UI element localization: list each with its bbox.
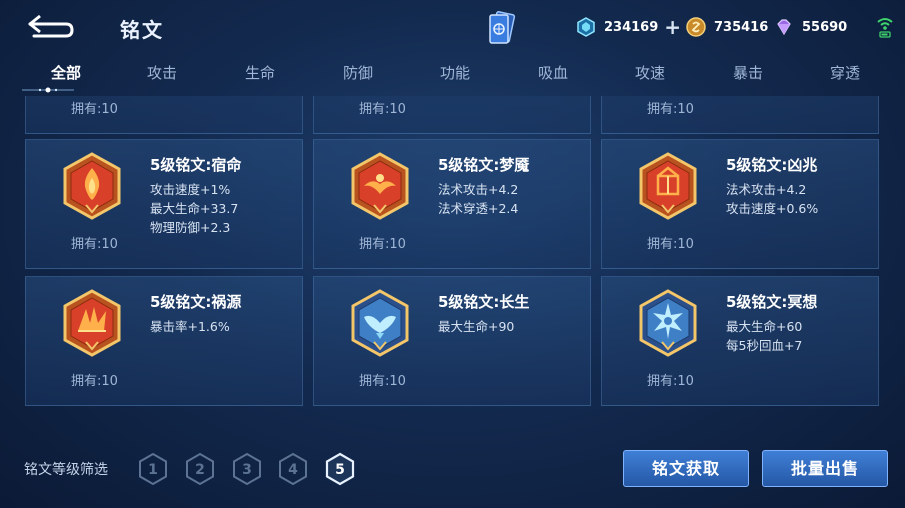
owned-count: 拥有:10 (647, 237, 694, 252)
rune-name: 5级铭文:冥想 (726, 293, 818, 311)
active-tab-indicator (22, 87, 74, 93)
level-filter-3[interactable]: 3 (231, 452, 263, 486)
crystal-icon (777, 19, 791, 36)
diamond-icon (577, 17, 595, 37)
crystal-currency: 55690 (774, 16, 847, 38)
rune-stat: 攻击速度+1% (150, 182, 231, 197)
level-filter-1[interactable]: 1 (137, 452, 169, 486)
level-filter-2[interactable]: 2 (184, 452, 216, 486)
level-number: 1 (148, 462, 158, 478)
rune-card-partial[interactable]: 拥有:10 (313, 96, 591, 134)
rune-stat: 法术攻击+4.2 (438, 182, 519, 197)
top-bar: 铭文 234169 + 735416 55690 (0, 0, 905, 58)
owned-count: 拥有:10 (359, 102, 406, 117)
level-number: 3 (242, 462, 252, 478)
tab-attack-speed[interactable]: 攻速 (610, 62, 690, 83)
rune-card[interactable]: 5级铭文:祸源 暴击率+1.6% 拥有:10 (25, 276, 303, 406)
owned-count: 拥有:10 (71, 237, 118, 252)
rune-stat: 物理防御+2.3 (150, 220, 231, 235)
rune-stat: 最大生命+90 (438, 319, 515, 334)
rune-name: 5级铭文:宿命 (150, 156, 242, 174)
rune-card[interactable]: 5级铭文:凶兆 法术攻击+4.2 攻击速度+0.6% 拥有:10 (601, 139, 879, 269)
rune-name: 5级铭文:长生 (438, 293, 530, 311)
rune-card[interactable]: 5级铭文:宿命 攻击速度+1% 最大生命+33.7 物理防御+2.3 拥有:10 (25, 139, 303, 269)
omen-rune-icon (639, 152, 697, 220)
tab-penetration[interactable]: 穿透 (805, 62, 885, 83)
rune-card[interactable]: 5级铭文:长生 最大生命+90 拥有:10 (313, 276, 591, 406)
level-filter-5[interactable]: 5 (324, 452, 356, 486)
rune-stat: 攻击速度+0.6% (726, 201, 819, 216)
calamity-rune-icon (63, 289, 121, 357)
rune-stats: 法术攻击+4.2 法术穿透+2.4 (438, 180, 518, 218)
bulk-sell-button[interactable]: 批量出售 (762, 450, 888, 487)
gold-amount: 735416 (714, 19, 769, 35)
level-number: 2 (195, 462, 205, 478)
category-tabs: 全部 攻击 生命 防御 功能 吸血 攻速 暴击 穿透 (0, 58, 905, 94)
rune-card-partial[interactable]: 拥有:10 (601, 96, 879, 134)
tab-utility[interactable]: 功能 (415, 62, 495, 83)
rune-list: 拥有:10 拥有:10 拥有:10 5级铭文:宿命 攻击速度+1% 最大生命+3… (0, 96, 905, 408)
rune-stats: 法术攻击+4.2 攻击速度+0.6% (726, 180, 818, 218)
nightmare-rune-icon (351, 152, 409, 220)
rune-name: 5级铭文:梦魇 (438, 156, 530, 174)
page-title: 铭文 (120, 18, 164, 42)
level-filter-4[interactable]: 4 (277, 452, 309, 486)
tab-all[interactable]: 全部 (26, 62, 106, 83)
rune-card[interactable]: 5级铭文:冥想 最大生命+60 每5秒回血+7 拥有:10 (601, 276, 879, 406)
owned-count: 拥有:10 (71, 102, 118, 117)
flame-rune-icon (63, 152, 121, 220)
owned-count: 拥有:10 (359, 374, 406, 389)
rune-name: 5级铭文:祸源 (150, 293, 242, 311)
gold-currency: 735416 (686, 16, 768, 38)
owned-count: 拥有:10 (647, 374, 694, 389)
rune-deck-icon[interactable] (486, 10, 516, 46)
tab-defense[interactable]: 防御 (318, 62, 398, 83)
rune-stat: 法术穿透+2.4 (438, 201, 519, 216)
rune-stat: 暴击率+1.6% (150, 319, 230, 334)
meditation-rune-icon (639, 289, 697, 357)
tab-health[interactable]: 生命 (220, 62, 300, 83)
add-diamond-button[interactable]: + (664, 17, 681, 37)
diamond-currency: 234169 + (576, 16, 681, 38)
level-number: 5 (335, 462, 345, 478)
rune-stats: 暴击率+1.6% (150, 317, 230, 336)
rune-stat: 每5秒回血+7 (726, 338, 803, 353)
rune-stats: 攻击速度+1% 最大生命+33.7 物理防御+2.3 (150, 180, 238, 237)
owned-count: 拥有:10 (359, 237, 406, 252)
longevity-rune-icon (351, 289, 409, 357)
rune-name: 5级铭文:凶兆 (726, 156, 818, 174)
rune-stat: 最大生命+33.7 (150, 201, 239, 216)
crystal-amount: 55690 (802, 19, 848, 35)
diamond-amount: 234169 (604, 19, 659, 35)
rune-stats: 最大生命+90 (438, 317, 514, 336)
rune-stat: 法术攻击+4.2 (726, 182, 807, 197)
wifi-signal-icon (877, 18, 893, 38)
obtain-rune-button[interactable]: 铭文获取 (623, 450, 749, 487)
tab-attack[interactable]: 攻击 (122, 62, 202, 83)
tab-crit[interactable]: 暴击 (708, 62, 788, 83)
back-arrow-icon[interactable] (26, 12, 76, 40)
gold-coin-icon (686, 17, 706, 37)
rune-card-partial[interactable]: 拥有:10 (25, 96, 303, 134)
owned-count: 拥有:10 (647, 102, 694, 117)
owned-count: 拥有:10 (71, 374, 118, 389)
level-filter-label: 铭文等级筛选 (24, 462, 108, 478)
rune-card[interactable]: 5级铭文:梦魇 法术攻击+4.2 法术穿透+2.4 拥有:10 (313, 139, 591, 269)
rune-stat: 最大生命+60 (726, 319, 803, 334)
tab-lifesteal[interactable]: 吸血 (513, 62, 593, 83)
level-number: 4 (288, 462, 298, 478)
rune-stats: 最大生命+60 每5秒回血+7 (726, 317, 802, 355)
